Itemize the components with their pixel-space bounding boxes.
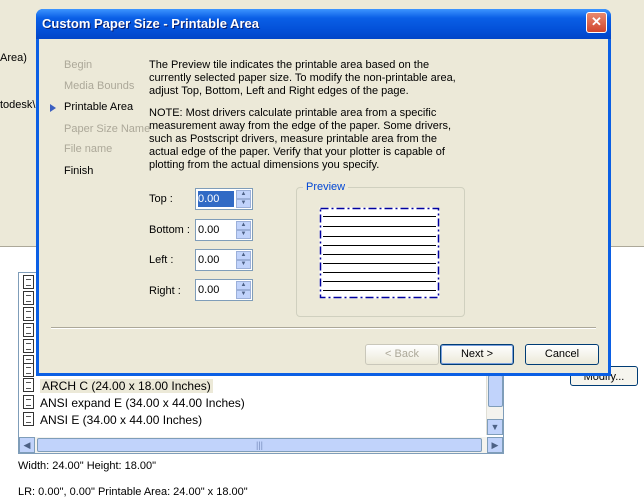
horizontal-scroll-thumb[interactable]: |||: [37, 438, 482, 452]
bottom-input[interactable]: [198, 222, 234, 238]
step-paper-size-name: Paper Size Name: [64, 123, 151, 135]
current-step-arrow-icon: [50, 104, 56, 112]
document-icon: [23, 275, 34, 289]
list-horizontal-scrollbar[interactable]: ◀ ||| ▶: [19, 437, 503, 453]
spin-up-icon[interactable]: ▲: [236, 190, 251, 199]
background-area-fragment: Area): [0, 52, 27, 64]
spin-down-icon[interactable]: ▼: [236, 290, 251, 299]
document-icon: [23, 378, 34, 392]
bottom-label: Bottom :: [149, 224, 190, 236]
top-spinner[interactable]: ▲ ▼: [195, 188, 253, 210]
document-icon: [23, 307, 34, 321]
document-icon: [23, 323, 34, 337]
right-input[interactable]: [198, 282, 234, 298]
dialog-title-bar[interactable]: Custom Paper Size - Printable Area ✕: [36, 9, 611, 39]
scroll-right-icon[interactable]: ▶: [487, 437, 503, 453]
step-begin: Begin: [64, 59, 93, 71]
back-button[interactable]: < Back: [365, 344, 439, 365]
spin-up-icon[interactable]: ▲: [236, 251, 251, 260]
right-label: Right :: [149, 285, 181, 297]
document-icon: [23, 339, 34, 353]
dialog-body: Begin Media Bounds Printable Area Paper …: [39, 39, 608, 373]
top-label: Top :: [149, 193, 173, 205]
list-item[interactable]: ANSI expand E (34.00 x 44.00 Inches): [23, 395, 245, 411]
cancel-button[interactable]: Cancel: [525, 344, 599, 365]
intro-text: The Preview tile indicates the printable…: [149, 59, 456, 97]
printable-area-info: LR: 0.00", 0.00" Printable Area: 24.00" …: [18, 486, 248, 498]
left-input[interactable]: [198, 252, 234, 268]
preview-label: Preview: [303, 181, 349, 193]
background-path-fragment: todesk\: [0, 99, 36, 111]
dialog-title: Custom Paper Size - Printable Area: [42, 16, 259, 31]
preview-image: [319, 207, 440, 299]
scroll-left-icon[interactable]: ◀: [19, 437, 35, 453]
document-icon: [23, 291, 34, 305]
document-icon: [23, 412, 34, 426]
spin-down-icon[interactable]: ▼: [236, 230, 251, 239]
next-button[interactable]: Next >: [440, 344, 514, 365]
left-label: Left :: [149, 254, 174, 266]
bottom-spinner[interactable]: ▲ ▼: [195, 219, 253, 241]
spin-down-icon[interactable]: ▼: [236, 199, 251, 208]
document-icon: [23, 363, 34, 377]
note-text: NOTE: Most drivers calculate printable a…: [149, 107, 452, 171]
custom-paper-size-dialog: Custom Paper Size - Printable Area ✕ Beg…: [36, 9, 611, 376]
scroll-down-icon[interactable]: ▼: [487, 419, 503, 435]
close-icon[interactable]: ✕: [586, 12, 607, 33]
list-item-selected[interactable]: ARCH C (24.00 x 18.00 Inches): [23, 378, 213, 394]
spin-down-icon[interactable]: ▼: [236, 260, 251, 269]
step-printable-area: Printable Area: [64, 101, 134, 113]
paper-size-info: Width: 24.00" Height: 18.00": [18, 460, 157, 472]
document-icon: [23, 395, 34, 409]
left-spinner[interactable]: ▲ ▼: [195, 249, 253, 271]
step-finish: Finish: [64, 165, 94, 177]
button-separator: [51, 327, 596, 329]
spin-up-icon[interactable]: ▲: [236, 281, 251, 290]
vertical-scroll-thumb[interactable]: [488, 375, 503, 407]
top-input[interactable]: [198, 191, 234, 207]
spin-up-icon[interactable]: ▲: [236, 221, 251, 230]
step-file-name: File name: [64, 143, 113, 155]
list-item[interactable]: ANSI E (34.00 x 44.00 Inches): [23, 412, 202, 428]
step-media-bounds: Media Bounds: [64, 80, 135, 92]
right-spinner[interactable]: ▲ ▼: [195, 279, 253, 301]
